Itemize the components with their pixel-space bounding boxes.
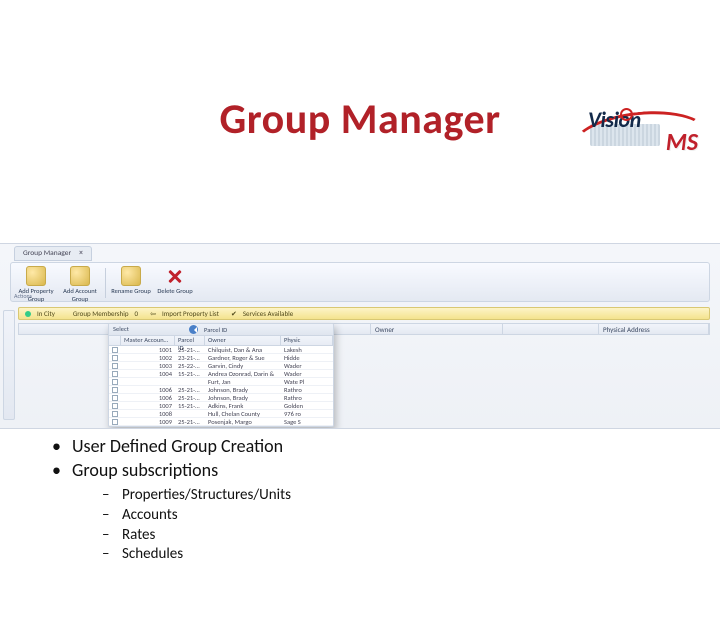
col-header[interactable] bbox=[503, 324, 599, 334]
tab-label: Group Manager bbox=[23, 249, 71, 258]
cell-owner: Adkins, Frank bbox=[205, 402, 281, 410]
select-popup: Select Parcel ID Master Accoun… Parcel I… bbox=[108, 323, 334, 427]
cell-physical: Hidde bbox=[281, 354, 333, 362]
checkbox[interactable] bbox=[112, 379, 118, 385]
group-icon bbox=[70, 266, 90, 286]
checkbox[interactable] bbox=[112, 363, 118, 369]
cell-id: 1003 bbox=[121, 362, 175, 370]
list-item: Properties/Structures/Units bbox=[102, 486, 291, 506]
checkbox[interactable] bbox=[112, 419, 118, 425]
delete-icon bbox=[165, 266, 185, 286]
list-item: Accounts bbox=[102, 506, 291, 526]
cell-parcel: 25-21-04-876-010 bbox=[175, 418, 205, 426]
cell-parcel: 25-22-08-919-060 bbox=[175, 362, 205, 370]
group-icon bbox=[121, 266, 141, 286]
list-item: Schedules bbox=[102, 545, 291, 565]
cell-physical: Lakesh bbox=[281, 346, 333, 354]
import-link[interactable]: Import Property List bbox=[162, 309, 219, 318]
ribbon-divider bbox=[105, 268, 106, 298]
popup-toolbar: Select Parcel ID bbox=[109, 324, 333, 336]
cell-physical: Wate Pl bbox=[281, 378, 333, 386]
breadcrumb-item[interactable]: In City bbox=[37, 309, 55, 318]
cell-id: 1002 bbox=[121, 354, 175, 362]
list-item: Group subscriptions bbox=[52, 458, 283, 482]
logo-text-ms: MS bbox=[666, 128, 698, 157]
select-label: Select bbox=[113, 325, 129, 333]
back-icon[interactable] bbox=[189, 325, 198, 334]
cell-physical: Wader bbox=[281, 370, 333, 378]
list-item: User Defined Group Creation bbox=[52, 434, 283, 458]
cell-owner: Gardner, Roger & Sue bbox=[205, 354, 281, 362]
cell-physical: Rathro bbox=[281, 394, 333, 402]
add-account-group-button[interactable]: Add Account Group bbox=[59, 266, 101, 303]
checkbox[interactable] bbox=[112, 411, 118, 417]
button-label: Rename Group bbox=[110, 287, 152, 295]
popup-header: Master Accoun… Parcel ID Owner Physic bbox=[109, 336, 333, 346]
checkbox[interactable] bbox=[112, 403, 118, 409]
cell-physical: 976 ro bbox=[281, 410, 333, 418]
checkbox[interactable] bbox=[112, 395, 118, 401]
cell-physical: Wader bbox=[281, 362, 333, 370]
list-item: Rates bbox=[102, 526, 291, 546]
cell-id: 1007 bbox=[121, 402, 175, 410]
cell-owner: Garvin, Cindy bbox=[205, 362, 281, 370]
col-header[interactable]: Physical Address bbox=[599, 324, 709, 334]
cell-parcel: 15-21-06-019-065 bbox=[175, 370, 205, 378]
cell-owner: Posenjak, Margo bbox=[205, 418, 281, 426]
checkbox[interactable] bbox=[112, 371, 118, 377]
close-icon[interactable]: × bbox=[79, 249, 83, 258]
services-link[interactable]: Services Available bbox=[243, 309, 293, 318]
cell-parcel: 15-21-04-835-060 bbox=[175, 402, 205, 410]
ribbon: Add Property Group Add Account Group Ren… bbox=[10, 262, 710, 302]
button-label: Add Account Group bbox=[59, 287, 101, 303]
bullet-list-level2: Properties/Structures/Units Accounts Rat… bbox=[102, 486, 291, 565]
cell-parcel: 25-21-09-557-011 bbox=[175, 394, 205, 402]
breadcrumb-item[interactable]: Group Membership bbox=[73, 309, 129, 318]
cell-physical: Rathro bbox=[281, 386, 333, 394]
cell-id: 1001 bbox=[121, 346, 175, 354]
col-header[interactable]: Owner bbox=[371, 324, 503, 334]
button-label: Delete Group bbox=[154, 287, 196, 295]
cell-owner: Hull, Chelan County bbox=[205, 410, 281, 418]
cell-parcel: 25-21-04-130-… bbox=[175, 346, 205, 354]
checkbox[interactable] bbox=[112, 347, 118, 353]
logo-text-vision: Vision bbox=[588, 106, 641, 133]
cell-owner: Johnson, Brady bbox=[205, 394, 281, 402]
cell-id: 1009 bbox=[121, 418, 175, 426]
cell-id: 1006 bbox=[121, 386, 175, 394]
delete-group-button[interactable]: Delete Group bbox=[154, 266, 196, 295]
cell-id: 1008 bbox=[121, 410, 175, 418]
checkbox[interactable] bbox=[112, 387, 118, 393]
cell-id: 1006 bbox=[121, 394, 175, 402]
breadcrumb: In City Group Membership 0 ⇦ Import Prop… bbox=[18, 307, 710, 320]
rename-group-button[interactable]: Rename Group bbox=[110, 266, 152, 295]
side-panel-collapsed[interactable] bbox=[3, 310, 15, 420]
col-header[interactable]: Master Accoun… bbox=[121, 336, 175, 345]
group-icon bbox=[26, 266, 46, 286]
table-row[interactable]: 100925-21-04-876-010Posenjak, MargoSage … bbox=[109, 418, 333, 426]
cell-id: 1004 bbox=[121, 370, 175, 378]
col-header[interactable]: Parcel ID bbox=[175, 336, 205, 345]
ribbon-caption: Actions bbox=[14, 292, 32, 300]
count-badge: 0 bbox=[135, 309, 139, 318]
status-dot-icon bbox=[25, 311, 31, 317]
cell-owner: Chilquist, Dan & Ana bbox=[205, 346, 281, 354]
cell-parcel: 25-21-09-947-010 bbox=[175, 386, 205, 394]
cell-owner: Furt, Jan bbox=[205, 378, 281, 386]
col-header[interactable]: Owner bbox=[205, 336, 281, 345]
parcel-label: Parcel ID bbox=[204, 326, 227, 334]
checkbox[interactable] bbox=[112, 355, 118, 361]
cell-parcel: 23-21-17-700-081 bbox=[175, 354, 205, 362]
bullet-list-level1: User Defined Group Creation Group subscr… bbox=[52, 434, 283, 483]
cell-physical: Sage S bbox=[281, 418, 333, 426]
cell-owner: Johnson, Brady bbox=[205, 386, 281, 394]
popup-rows: 100125-21-04-130-…Chilquist, Dan & AnaLa… bbox=[109, 346, 333, 426]
logo: Vision MS bbox=[582, 102, 702, 164]
cell-owner: Andrea Ozonrad, Darin & bbox=[205, 370, 281, 378]
col-header[interactable] bbox=[19, 324, 111, 334]
cell-physical: Golden bbox=[281, 402, 333, 410]
window-tab[interactable]: Group Manager × bbox=[14, 246, 92, 261]
app-screenshot: Group Manager × Add Property Group Add A… bbox=[0, 243, 720, 429]
col-header[interactable]: Physic bbox=[281, 336, 333, 345]
